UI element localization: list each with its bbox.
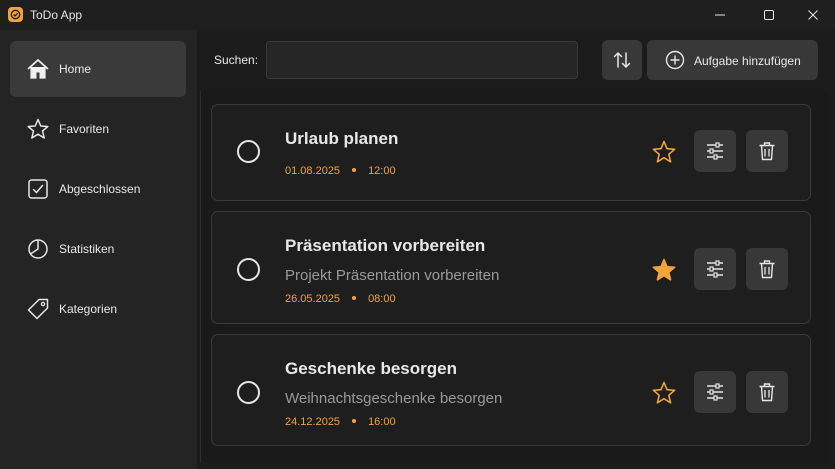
search-label: Suchen:	[214, 53, 259, 67]
task-due: 01.08.2025 12:00	[285, 165, 396, 177]
delete-task-button[interactable]	[746, 130, 788, 172]
sidebar-item-abgeschlossen[interactable]: Abgeschlossen	[10, 161, 186, 217]
sidebar-item-label: Home	[59, 62, 92, 76]
task-due: 26.05.2025 08:00	[285, 293, 396, 305]
sliders-icon	[707, 383, 723, 401]
checkbox-icon	[28, 179, 48, 199]
task-description: Projekt Präsentation vorbereiten	[285, 267, 500, 284]
title-bar: ToDo App	[0, 0, 835, 30]
close-icon	[808, 10, 818, 20]
sidebar: Home Favoriten Abgeschlossen Statistiken…	[0, 30, 197, 469]
task-date: 01.08.2025	[285, 165, 341, 177]
trash-icon	[759, 260, 775, 279]
task-card[interactable]: Urlaub planen 01.08.2025 12:00	[211, 104, 811, 201]
add-task-button[interactable]: Aufgabe hinzufügen	[647, 40, 818, 80]
edit-task-button[interactable]	[694, 248, 736, 290]
sidebar-item-label: Kategorien	[59, 302, 118, 316]
close-button[interactable]	[790, 0, 835, 30]
task-date: 26.05.2025	[285, 293, 341, 305]
plus-circle-icon	[665, 50, 685, 70]
pie-chart-icon	[28, 239, 48, 259]
task-title: Urlaub planen	[285, 129, 399, 148]
sidebar-item-favoriten[interactable]: Favoriten	[10, 101, 186, 157]
complete-checkbox[interactable]	[237, 381, 260, 404]
minimize-button[interactable]	[697, 0, 743, 30]
task-title: Präsentation vorbereiten	[285, 236, 486, 255]
task-date: 24.12.2025	[285, 416, 341, 428]
trash-icon	[759, 142, 775, 161]
complete-checkbox[interactable]	[237, 140, 260, 163]
favorite-star-icon[interactable]	[651, 380, 677, 406]
trash-icon	[759, 383, 775, 402]
delete-task-button[interactable]	[746, 248, 788, 290]
sliders-icon	[707, 142, 723, 160]
app-logo-icon	[8, 7, 23, 22]
sidebar-item-statistiken[interactable]: Statistiken	[10, 221, 186, 277]
sidebar-item-label: Abgeschlossen	[59, 182, 141, 196]
maximize-icon	[764, 10, 774, 20]
sidebar-item-home[interactable]: Home	[10, 41, 186, 97]
sidebar-item-kategorien[interactable]: Kategorien	[10, 281, 186, 337]
window-title: ToDo App	[30, 8, 83, 22]
search-input[interactable]	[266, 41, 578, 79]
delete-task-button[interactable]	[746, 371, 788, 413]
star-icon	[27, 118, 49, 139]
task-title: Geschenke besorgen	[285, 359, 457, 378]
sort-icon	[613, 51, 631, 69]
tag-icon	[27, 298, 49, 320]
edit-task-button[interactable]	[694, 371, 736, 413]
task-card[interactable]: Geschenke besorgen Weihnachtsgeschenke b…	[211, 334, 811, 446]
scrollbar[interactable]	[820, 91, 828, 463]
maximize-button[interactable]	[746, 0, 792, 30]
favorite-star-icon[interactable]	[651, 257, 677, 283]
home-icon	[27, 59, 49, 79]
edit-task-button[interactable]	[694, 130, 736, 172]
minimize-icon	[715, 14, 725, 16]
task-description: Weihnachtsgeschenke besorgen	[285, 390, 503, 407]
task-time: 08:00	[368, 293, 396, 305]
complete-checkbox[interactable]	[237, 258, 260, 281]
sidebar-item-label: Statistiken	[59, 242, 115, 256]
add-task-label: Aufgabe hinzufügen	[694, 54, 801, 68]
task-card[interactable]: Präsentation vorbereiten Projekt Präsent…	[211, 211, 811, 324]
sliders-icon	[707, 260, 723, 278]
favorite-star-icon[interactable]	[651, 139, 677, 165]
sidebar-item-label: Favoriten	[59, 122, 110, 136]
task-due: 24.12.2025 16:00	[285, 416, 396, 428]
task-time: 16:00	[368, 416, 396, 428]
sort-button[interactable]	[602, 40, 642, 80]
task-time: 12:00	[368, 165, 396, 177]
